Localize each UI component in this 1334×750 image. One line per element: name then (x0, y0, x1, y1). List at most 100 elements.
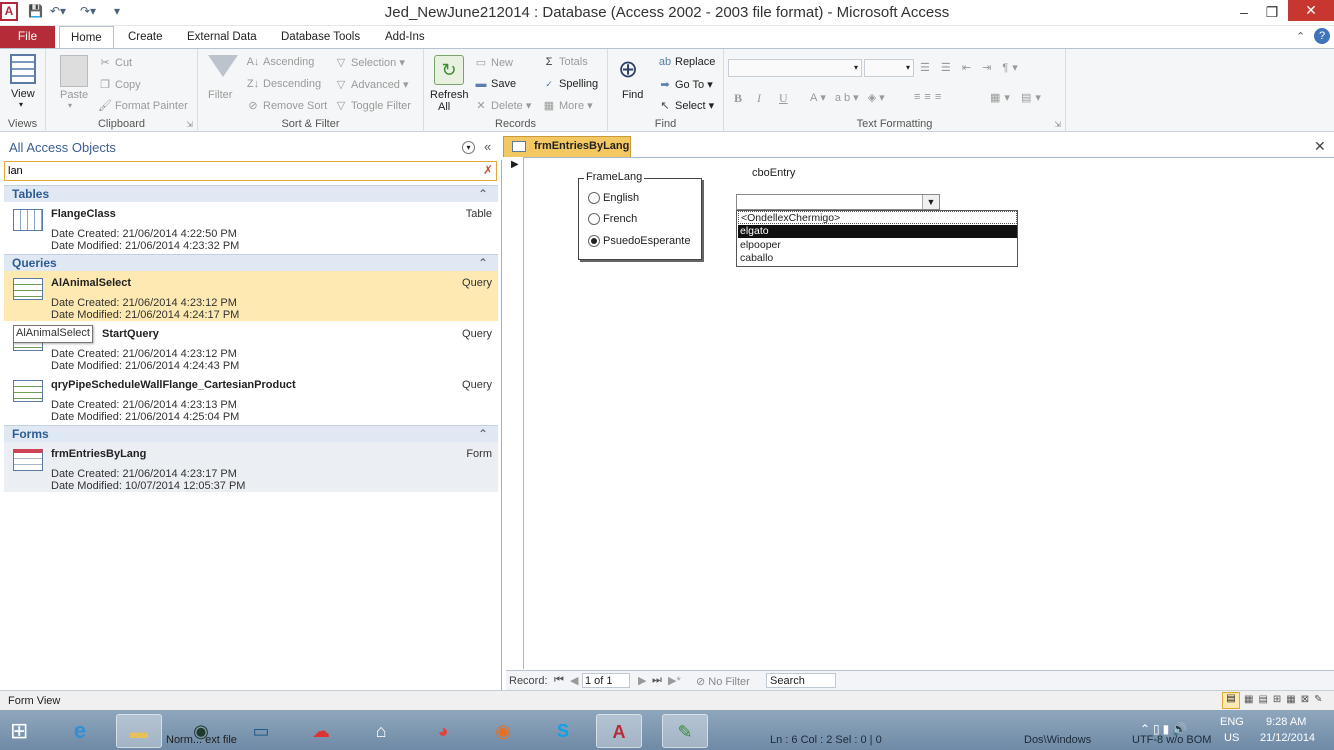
select-button[interactable]: Select (675, 100, 706, 112)
combo-option[interactable]: caballo (738, 252, 1017, 265)
clipboard-launcher-icon[interactable]: ⇲ (186, 120, 193, 129)
record-selector[interactable]: ▶ (506, 157, 524, 669)
tab-add-ins[interactable]: Add-Ins (374, 26, 436, 48)
filter-button[interactable]: Filter (208, 89, 232, 101)
minimize-button[interactable]: – (1230, 2, 1258, 22)
section-tables[interactable]: Tables ⌃ (4, 185, 498, 202)
close-document-icon[interactable]: ✕ (1314, 138, 1326, 155)
current-record-field[interactable]: 1 of 1 (582, 673, 630, 688)
nav-search-input[interactable] (4, 161, 497, 181)
list-item[interactable]: qryPipeScheduleWallFlange_CartesianProdu… (4, 373, 498, 423)
home-app-icon[interactable]: ⌂ (358, 714, 404, 748)
text-formatting-launcher-icon[interactable]: ⇲ (1054, 120, 1061, 129)
form-view-icon[interactable]: ▤ (1222, 692, 1240, 709)
last-record-icon[interactable]: ⏭ (652, 674, 662, 687)
tab-home[interactable]: Home (59, 26, 114, 49)
close-button[interactable]: ✕ (1288, 0, 1334, 21)
delete-button[interactable]: Delete (491, 100, 523, 112)
restore-button[interactable]: ❐ (1258, 2, 1286, 22)
shutter-bar-close-icon[interactable]: « (484, 139, 491, 154)
underline-button[interactable]: U (779, 91, 788, 106)
next-record-icon[interactable]: ▶ (638, 674, 646, 687)
save-record-icon: ▬ (475, 78, 487, 90)
advanced-button[interactable]: Advanced (351, 79, 400, 91)
nav-menu-dropdown-icon[interactable]: ▾ (462, 141, 475, 154)
view-button[interactable]: View (11, 88, 35, 100)
combo-entry[interactable] (736, 194, 940, 210)
font-size-dropdown[interactable]: ▾ (864, 59, 914, 77)
toggle-filter-button[interactable]: Toggle Filter (351, 100, 411, 112)
radio-psuedoesperante[interactable]: PsuedoEsperante (588, 235, 690, 248)
combo-option-selected[interactable]: elgato (738, 225, 1017, 238)
clock-time[interactable]: 9:28 AM (1266, 716, 1306, 728)
view-dropdown-icon[interactable]: ▾ (19, 100, 23, 109)
totals-button[interactable]: Totals (559, 56, 588, 68)
radio-french[interactable]: French (588, 213, 637, 226)
cloud-app-icon[interactable]: ☁ (298, 714, 344, 748)
lenovo-icon[interactable]: ▭ (238, 714, 284, 748)
previous-record-icon[interactable]: ◀ (570, 674, 578, 687)
document-tab[interactable]: frmEntriesByLang (503, 136, 631, 157)
record-search-input[interactable]: Search (766, 673, 836, 688)
selection-button[interactable]: Selection (351, 57, 396, 69)
minimize-ribbon-icon[interactable]: ⌃ (1296, 30, 1305, 43)
combo-option[interactable]: elpooper (738, 239, 1017, 252)
windows-start-icon[interactable]: ⊞ (10, 718, 28, 744)
bold-button[interactable]: B (734, 91, 742, 106)
help-icon[interactable]: ? (1314, 28, 1330, 44)
region-indicator[interactable]: US (1224, 732, 1239, 744)
skype-icon[interactable]: S (540, 714, 586, 748)
goto-button[interactable]: Go To (675, 79, 704, 91)
italic-button[interactable]: I (757, 91, 761, 106)
remove-sort-button[interactable]: Remove Sort (263, 100, 327, 112)
save-record-button[interactable]: Save (491, 78, 516, 90)
tab-create[interactable]: Create (117, 26, 174, 48)
explorer-icon[interactable]: ▬ (116, 714, 162, 748)
firefox-icon[interactable]: ◉ (480, 714, 526, 748)
chrome-icon[interactable]: ◕ (420, 714, 466, 748)
language-indicator[interactable]: ENG (1220, 716, 1244, 728)
tab-external-data[interactable]: External Data (176, 26, 268, 48)
section-forms[interactable]: Forms ⌃ (4, 425, 498, 442)
combo-option[interactable]: <OndellexChermigo> (738, 211, 1017, 224)
ie-icon[interactable]: e (57, 714, 103, 748)
section-queries[interactable]: Queries ⌃ (4, 254, 498, 271)
font-color-buttons[interactable]: A▾ ab▾ ◈▾ (810, 91, 888, 104)
replace-button[interactable]: Replace (675, 56, 715, 68)
list-item[interactable]: frmEntriesByLang Date Created: 21/06/201… (4, 442, 498, 492)
filter-icon (208, 55, 238, 77)
ascending-button[interactable]: Ascending (263, 56, 314, 68)
list-item[interactable]: AlAnimalSelect Date Created: 21/06/2014 … (4, 271, 498, 321)
combo-dropdown-icon[interactable]: ▼ (922, 195, 939, 209)
more-button[interactable]: More (559, 100, 584, 112)
list-item[interactable]: FlangeClass Date Created: 21/06/2014 4:2… (4, 202, 498, 252)
system-tray-icons[interactable]: ⌃▯▮🔊 (1140, 722, 1190, 736)
format-painter-button[interactable]: Format Painter (115, 100, 188, 112)
gridline-buttons[interactable]: ▦▾ ▤▾ (990, 91, 1045, 104)
find-button[interactable]: Find (622, 89, 643, 101)
radio-english[interactable]: English (588, 192, 639, 205)
paste-dropdown-icon[interactable]: ▾ (68, 101, 72, 110)
spelling-button[interactable]: Spelling (559, 78, 598, 90)
first-record-icon[interactable]: ⏮ (554, 674, 564, 687)
new-button[interactable]: New (491, 57, 513, 69)
view-switcher-icons[interactable]: ▦▤⊞▦⊠✎ (1244, 694, 1327, 705)
copy-button[interactable]: Copy (115, 79, 141, 91)
font-name-dropdown[interactable]: ▾ (728, 59, 862, 77)
clear-search-icon[interactable]: ✗ (483, 163, 493, 177)
new-record-icon[interactable]: ▶* (668, 674, 681, 687)
refresh-all-button[interactable]: All (438, 101, 450, 113)
tab-file[interactable]: File (0, 26, 55, 48)
no-filter-button[interactable]: No Filter (708, 676, 750, 688)
list-buttons[interactable]: ☰ ☰ ⇤ ⇥ ¶▾ (920, 61, 1022, 74)
refresh-button[interactable]: Refresh (430, 89, 469, 101)
clock-date[interactable]: 21/12/2014 (1260, 732, 1315, 744)
access-taskbar-icon[interactable]: A (596, 714, 642, 748)
cut-button[interactable]: Cut (115, 57, 132, 69)
nav-title[interactable]: All Access Objects (9, 140, 116, 155)
tab-database-tools[interactable]: Database Tools (270, 26, 371, 48)
paste-button[interactable]: Paste (60, 89, 88, 101)
notepad-plus-icon[interactable]: ✎ (662, 714, 708, 748)
descending-button[interactable]: Descending (263, 78, 321, 90)
align-buttons[interactable]: ≡≡≡ (914, 91, 945, 103)
